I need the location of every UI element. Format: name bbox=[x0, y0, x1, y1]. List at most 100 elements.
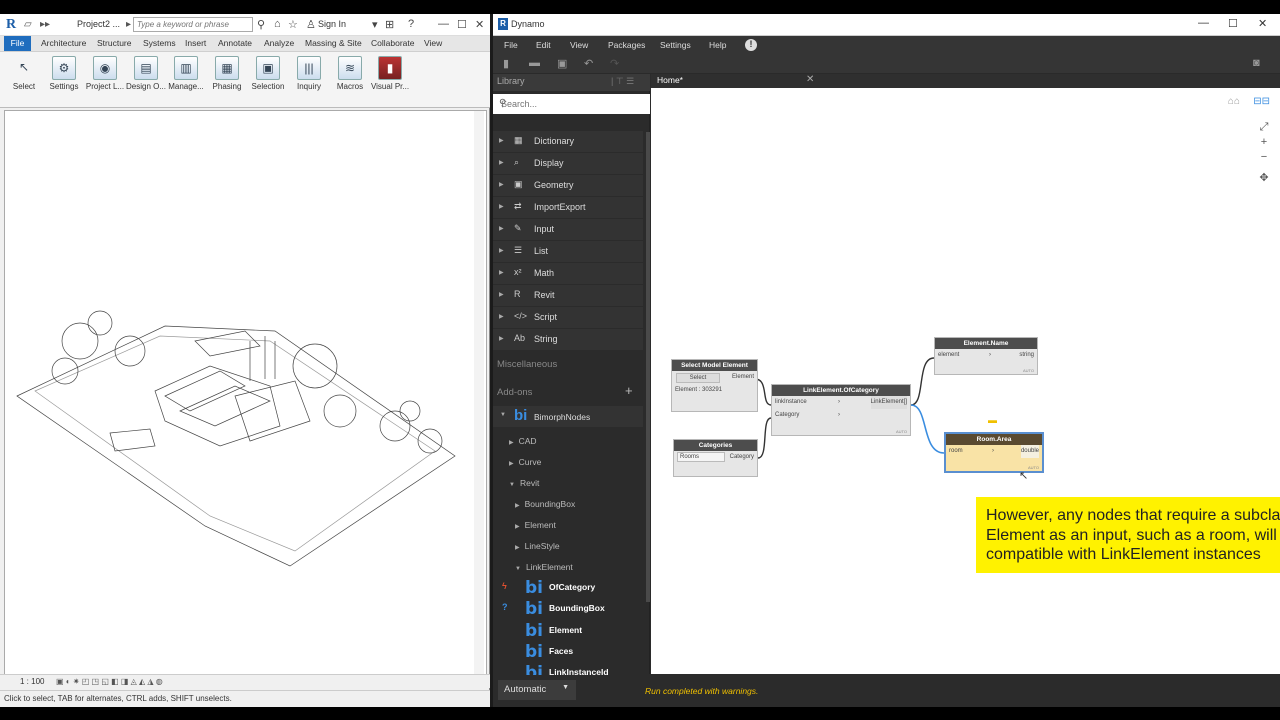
run-mode-dropdown[interactable]: Automatic ▼ bbox=[498, 680, 576, 700]
tab-massing-site[interactable]: Massing & Site bbox=[305, 38, 362, 48]
tab-analyze[interactable]: Analyze bbox=[264, 38, 294, 48]
input-port[interactable]: room bbox=[949, 445, 963, 458]
library-tree-item[interactable]: ▶ Element bbox=[515, 520, 556, 530]
input-port[interactable]: Category bbox=[775, 409, 799, 422]
library-tree-item[interactable]: ▶ BoundingBox bbox=[515, 499, 575, 509]
library-node-faces[interactable]: bi Faces bbox=[493, 641, 643, 662]
select-button[interactable]: Select bbox=[676, 373, 720, 383]
star-icon[interactable]: ☆ bbox=[288, 18, 298, 31]
undo-icon[interactable]: ↶ bbox=[584, 57, 593, 70]
close-tab-icon[interactable]: ✕ bbox=[806, 74, 814, 85]
select-button[interactable]: ↖ Select bbox=[3, 54, 45, 102]
close-icon[interactable]: ✕ bbox=[1258, 17, 1267, 30]
library-tree-item[interactable]: ▼ LinkElement bbox=[515, 562, 573, 572]
library-tree-item[interactable]: ▶ Curve bbox=[509, 457, 541, 467]
manage-project-button[interactable]: ▥ Manage... bbox=[165, 54, 207, 102]
tab-insert[interactable]: Insert bbox=[185, 38, 206, 48]
library-category-list[interactable]: ▶ ☰ List bbox=[493, 241, 643, 262]
library-category-math[interactable]: ▶ x² Math bbox=[493, 263, 643, 284]
workspace-canvas[interactable]: ⌂⌂ ⊟⊟ ⤢ + − ✥ Select Model Element Selec… bbox=[651, 88, 1280, 674]
menu-edit[interactable]: Edit bbox=[536, 40, 551, 50]
library-category-dictionary[interactable]: ▶ ▦ Dictionary bbox=[493, 131, 643, 152]
output-port[interactable]: Element bbox=[732, 371, 754, 384]
library-filter-icons[interactable]: | ⊤ ☰ bbox=[611, 76, 634, 87]
menu-help[interactable]: Help bbox=[709, 40, 726, 50]
output-port[interactable]: double bbox=[1020, 445, 1039, 458]
library-tree-item[interactable]: ▼ Revit bbox=[509, 478, 539, 488]
minimize-icon[interactable]: — bbox=[1198, 17, 1209, 29]
menu-settings[interactable]: Settings bbox=[660, 40, 691, 50]
redo-icon[interactable]: ↷ bbox=[610, 57, 619, 70]
chevron-right-icon[interactable]: ▸ bbox=[126, 19, 131, 30]
chevron-down-icon[interactable]: ▾ bbox=[372, 18, 378, 31]
select-model-element-node[interactable]: Select Model Element Select Element Eleme… bbox=[671, 359, 758, 412]
user-icon[interactable]: ♙ bbox=[306, 18, 316, 31]
open-file-icon[interactable]: ▬ bbox=[529, 57, 540, 69]
tab-view[interactable]: View bbox=[424, 38, 442, 48]
revit-3d-view[interactable] bbox=[4, 110, 487, 675]
library-category-script[interactable]: ▶ </> Script bbox=[493, 307, 643, 328]
sign-in-button[interactable]: Sign In bbox=[318, 19, 346, 29]
library-category-input[interactable]: ▶ ✎ Input bbox=[493, 219, 643, 240]
phasing-button[interactable]: ▦ Phasing bbox=[206, 54, 248, 102]
categories-node[interactable]: Categories Rooms Category bbox=[673, 439, 758, 477]
library-tree-item[interactable]: ▶ CAD bbox=[509, 436, 537, 446]
tab-systems[interactable]: Systems bbox=[143, 38, 176, 48]
menu-file[interactable]: File bbox=[504, 40, 518, 50]
warning-icon[interactable]: ▬ bbox=[988, 415, 997, 425]
library-node-boundingbox[interactable]: ? bi BoundingBox bbox=[493, 598, 643, 619]
library-category-display[interactable]: ▶ ⌕ Display bbox=[493, 153, 643, 174]
library-category-string[interactable]: ▶ Ab String bbox=[493, 329, 643, 350]
close-icon[interactable]: ✕ bbox=[475, 18, 484, 31]
input-port[interactable]: element bbox=[938, 349, 959, 362]
maximize-icon[interactable]: ☐ bbox=[457, 18, 467, 31]
new-file-icon[interactable]: ▮ bbox=[503, 57, 509, 70]
library-tree-item[interactable]: ▶ LineStyle bbox=[515, 541, 560, 551]
cart-icon[interactable]: ⊞ bbox=[385, 18, 394, 31]
save-icon[interactable]: ▣ bbox=[557, 57, 567, 70]
tab-structure[interactable]: Structure bbox=[97, 38, 132, 48]
category-dropdown[interactable]: Rooms bbox=[677, 452, 725, 462]
library-category-revit[interactable]: ▶ R Revit bbox=[493, 285, 643, 306]
minimize-icon[interactable]: — bbox=[438, 18, 449, 30]
revit-search-input[interactable] bbox=[133, 17, 253, 32]
library-search-input[interactable] bbox=[493, 94, 650, 114]
view-controls-icons[interactable]: ▣ ◐ ✷ ◰ ◳ ◱ ◧ ◨ ◬ ◭ ◮ ◍ bbox=[56, 677, 163, 686]
output-port[interactable]: Category bbox=[730, 451, 754, 464]
subscription-icon[interactable]: ⌂ bbox=[274, 18, 281, 30]
menu-view[interactable]: View bbox=[570, 40, 588, 50]
help-icon[interactable]: ? bbox=[408, 18, 414, 30]
maximize-icon[interactable]: ☐ bbox=[1228, 17, 1238, 30]
quick-access-more-icon[interactable]: ▸▸ bbox=[40, 19, 50, 30]
room-area-node[interactable]: Room.Area room › double AUTO bbox=[944, 432, 1044, 473]
tab-architecture[interactable]: Architecture bbox=[41, 38, 86, 48]
info-icon[interactable]: ! bbox=[745, 39, 757, 51]
linkelement-ofcategory-node[interactable]: LinkElement.OfCategory linkInstance › Link… bbox=[771, 384, 911, 436]
project-location-button[interactable]: ◉ Project L... bbox=[84, 54, 126, 102]
visual-programming-button[interactable]: ▮ Visual Pr... bbox=[369, 54, 411, 102]
revit-vertical-scrollbar[interactable] bbox=[474, 111, 484, 674]
addons-section[interactable]: Add-ons bbox=[497, 387, 532, 398]
library-node-ofcategory[interactable]: ϟ bi OfCategory bbox=[493, 577, 643, 598]
camera-icon[interactable]: ◙ bbox=[1253, 57, 1260, 69]
settings-button[interactable]: ⚙ Settings bbox=[43, 54, 85, 102]
library-category-geometry[interactable]: ▶ ▣ Geometry bbox=[493, 175, 643, 196]
view-scale[interactable]: 1 : 100 bbox=[20, 677, 44, 686]
design-options-button[interactable]: ▤ Design O... bbox=[125, 54, 167, 102]
open-icon[interactable]: ▱ bbox=[24, 19, 32, 30]
bimorph-nodes-item[interactable]: ▼ bi BimorphNodes bbox=[493, 406, 643, 427]
macros-button[interactable]: ≋ Macros bbox=[329, 54, 371, 102]
tab-annotate[interactable]: Annotate bbox=[218, 38, 252, 48]
selection-button[interactable]: ▣ Selection bbox=[247, 54, 289, 102]
binoculars-icon[interactable]: ⚲ bbox=[257, 18, 265, 31]
tab-home[interactable]: Home* bbox=[657, 75, 683, 85]
input-port[interactable]: linkInstance bbox=[775, 396, 807, 409]
library-scrollbar[interactable] bbox=[646, 132, 650, 602]
miscellaneous-section[interactable]: Miscellaneous bbox=[497, 359, 557, 370]
library-node-element[interactable]: bi Element bbox=[493, 620, 643, 641]
output-port[interactable]: string bbox=[1019, 349, 1034, 362]
element-name-node[interactable]: Element.Name element › string AUTO bbox=[934, 337, 1038, 375]
tab-collaborate[interactable]: Collaborate bbox=[371, 38, 414, 48]
menu-packages[interactable]: Packages bbox=[608, 40, 645, 50]
output-port[interactable]: LinkElement[] bbox=[870, 396, 907, 409]
